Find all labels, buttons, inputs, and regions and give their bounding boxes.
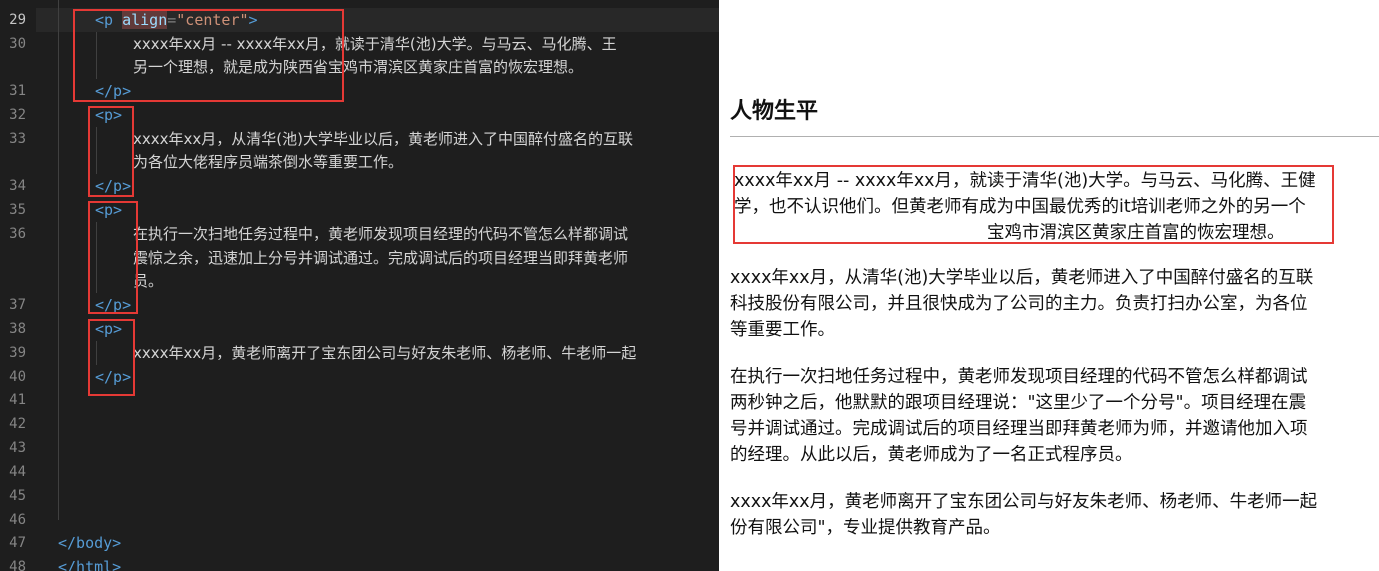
- attribute-token: align: [122, 11, 168, 29]
- code-line[interactable]: <p>: [95, 317, 122, 341]
- line-number: 37: [9, 297, 26, 313]
- equals-token: =: [167, 11, 177, 29]
- code-line[interactable]: xxxx年xx月，黄老师离开了宝东团公司与好友朱老师、杨老师、牛老师一起: [133, 341, 636, 365]
- indent-guide: [96, 127, 97, 174]
- line-number: 35: [9, 202, 26, 218]
- line-number: 31: [9, 83, 26, 99]
- code-line[interactable]: </body>: [58, 531, 121, 555]
- paragraph-line: 学，也不认识他们。但黄老师有成为中国最优秀的it培训老师之外的另一个: [734, 197, 1306, 217]
- code-line[interactable]: <p>: [95, 198, 122, 222]
- browser-preview: 人物生平 xxxx年xx月 -- xxxx年xx月，就读于清华(池)大学。与马云…: [719, 0, 1379, 571]
- paragraph-line: xxxx年xx月，黄老师离开了宝东团公司与好友朱老师、杨老师、牛老师一起: [730, 492, 1318, 512]
- line-number: 32: [9, 107, 26, 123]
- paragraph-line: 份有限公司"，专业提供教育产品。: [730, 518, 1001, 538]
- line-number: 29: [9, 12, 26, 28]
- code-line[interactable]: 震惊之余，迅速加上分号并调试通过。完成调试后的项目经理当即拜黄老师: [133, 246, 628, 270]
- paragraph-line: 等重要工作。: [730, 320, 835, 340]
- tag-token: >: [248, 11, 258, 29]
- heading-divider: [730, 136, 1379, 137]
- paragraph-line: 在执行一次扫地任务过程中，黄老师发现项目经理的代码不管怎么样都调试: [730, 367, 1308, 387]
- line-number: 45: [9, 488, 26, 504]
- line-number: 48: [9, 559, 26, 571]
- code-line[interactable]: 员。: [133, 269, 163, 293]
- line-number: 33: [9, 131, 26, 147]
- code-line[interactable]: <p align="center">: [95, 8, 258, 32]
- line-number: 43: [9, 440, 26, 456]
- line-number: 44: [9, 464, 26, 480]
- section-heading: 人物生平: [730, 99, 819, 124]
- paragraph-line: 科技股份有限公司，并且很快成为了公司的主力。负责打扫办公室，为各位: [730, 294, 1308, 314]
- line-number: 46: [9, 512, 26, 528]
- tag-token: <p: [95, 11, 114, 29]
- paragraph-line: 的经理。从此以后，黄老师成为了一名正式程序员。: [730, 445, 1133, 465]
- line-number: 30: [9, 36, 26, 52]
- code-line[interactable]: </html>: [58, 555, 121, 571]
- line-number: 41: [9, 392, 26, 408]
- line-number: 36: [9, 226, 26, 242]
- line-number: 42: [9, 416, 26, 432]
- paragraph-line: 两秒钟之后，他默默的跟项目经理说："这里少了一个分号"。项目经理在震: [730, 393, 1307, 413]
- code-line[interactable]: </p>: [95, 293, 131, 317]
- indent-guide: [58, 0, 59, 520]
- code-line[interactable]: <p>: [95, 103, 122, 127]
- indent-guide: [96, 341, 97, 365]
- indent-guide: [96, 32, 97, 79]
- indent-guide: [96, 222, 97, 293]
- line-number: 39: [9, 345, 26, 361]
- paragraph-line: xxxx年xx月，从清华(池)大学毕业以后，黄老师进入了中国醉付盛名的互联: [730, 268, 1314, 288]
- line-number: 40: [9, 369, 26, 385]
- code-line[interactable]: 在执行一次扫地任务过程中，黄老师发现项目经理的代码不管怎么样都调试: [133, 222, 628, 246]
- string-token: "center": [176, 11, 249, 29]
- paragraph-line: 宝鸡市渭滨区黄家庄首富的恢宏理想。: [987, 223, 1285, 243]
- line-number-gutter: 29 30 31 32 33 34 35 36 37 38 39 40 41 4…: [0, 0, 36, 571]
- code-line[interactable]: </p>: [95, 365, 131, 389]
- paragraph-line: 号并调试通过。完成调试后的项目经理当即拜黄老师为师，并邀请他加入项: [730, 419, 1308, 439]
- line-number: 38: [9, 321, 26, 337]
- paragraph-line: xxxx年xx月 -- xxxx年xx月，就读于清华(池)大学。与马云、马化腾、…: [734, 171, 1316, 191]
- code-editor[interactable]: 29 30 31 32 33 34 35 36 37 38 39 40 41 4…: [0, 0, 719, 571]
- line-number: 47: [9, 535, 26, 551]
- code-line[interactable]: </p>: [95, 174, 131, 198]
- code-line[interactable]: xxxx年xx月，从清华(池)大学毕业以后，黄老师进入了中国醉付盛名的互联: [133, 127, 633, 151]
- code-line[interactable]: </p>: [95, 79, 131, 103]
- code-line[interactable]: 为各位大佬程序员端茶倒水等重要工作。: [133, 150, 403, 174]
- line-number: 34: [9, 178, 26, 194]
- code-line[interactable]: xxxx年xx月 -- xxxx年xx月，就读于清华(池)大学。与马云、马化腾、…: [133, 32, 617, 56]
- code-line[interactable]: 另一个理想，就是成为陕西省宝鸡市渭滨区黄家庄首富的恢宏理想。: [133, 55, 583, 79]
